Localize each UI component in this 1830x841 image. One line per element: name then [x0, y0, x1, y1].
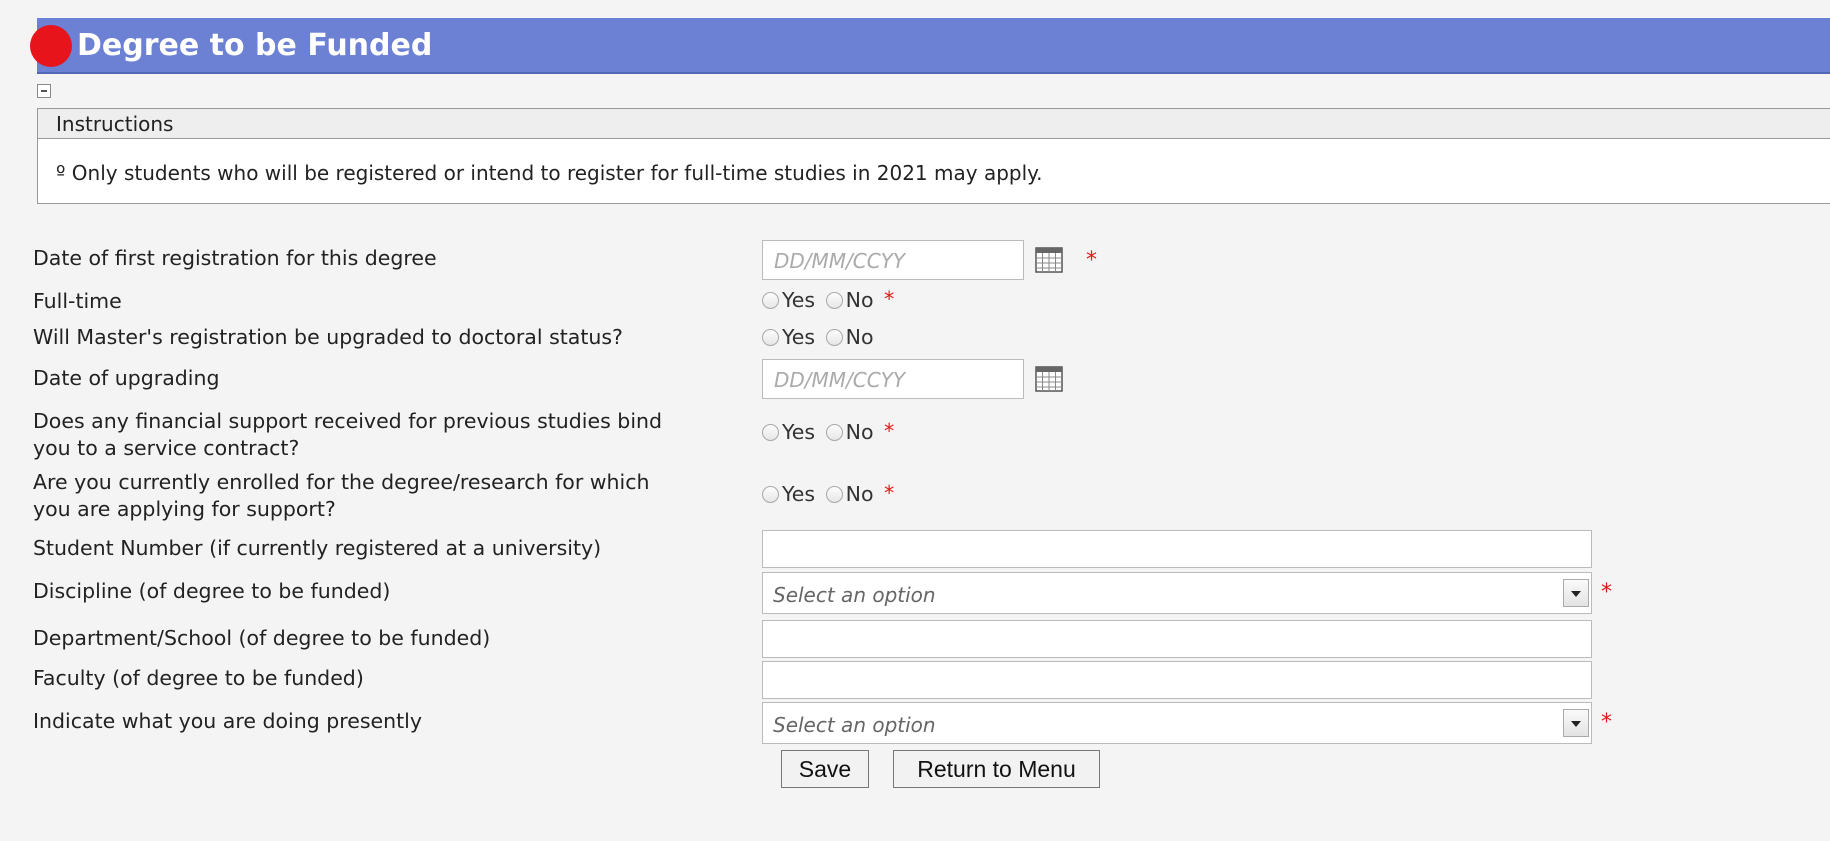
- enrolled-yes-radio[interactable]: [762, 485, 779, 503]
- instructions-panel: Instructions º Only students who will be…: [37, 108, 1830, 204]
- upgrade-no-radio[interactable]: [825, 328, 843, 346]
- save-button[interactable]: Save: [781, 750, 869, 788]
- chevron-down-icon[interactable]: [1563, 709, 1589, 737]
- service-contract-no-label: No: [845, 420, 874, 444]
- label-discipline: Discipline (of degree to be funded): [33, 579, 391, 603]
- section-title: Degree to be Funded: [77, 28, 433, 63]
- required-marker: *: [1601, 580, 1612, 605]
- required-marker: *: [884, 287, 895, 311]
- enrolled-no-radio[interactable]: [825, 485, 843, 503]
- upgrading-date-input[interactable]: DD/MM/CCYY: [762, 359, 1024, 399]
- label-full-time: Full-time: [33, 289, 122, 313]
- enrolled-yes-label: Yes: [782, 482, 816, 506]
- page: Degree to be Funded Instructions º Only …: [0, 0, 1830, 841]
- enrolled-radio-group: Yes No *: [762, 481, 894, 509]
- upgrade-no-label: No: [845, 325, 874, 349]
- full-time-no-radio[interactable]: [825, 291, 843, 309]
- instructions-text: º Only students who will be registered o…: [56, 161, 1043, 185]
- label-student-number: Student Number (if currently registered …: [33, 536, 602, 560]
- label-enrolled-line2: you are applying for support?: [33, 497, 336, 521]
- required-marker: *: [1086, 248, 1097, 273]
- service-contract-yes-radio[interactable]: [762, 423, 779, 441]
- student-number-input[interactable]: [762, 530, 1592, 568]
- full-time-no-label: No: [845, 288, 874, 312]
- discipline-select-value: Select an option: [773, 583, 936, 607]
- collapse-toggle-icon[interactable]: [37, 84, 51, 98]
- service-contract-radio-group: Yes No *: [762, 419, 894, 447]
- label-service-contract-line1: Does any financial support received for …: [33, 409, 663, 433]
- full-time-yes-radio[interactable]: [762, 291, 779, 309]
- calendar-icon[interactable]: [1035, 247, 1063, 273]
- doing-presently-select-value: Select an option: [773, 713, 936, 737]
- required-marker: *: [884, 419, 895, 443]
- label-faculty: Faculty (of degree to be funded): [33, 666, 364, 690]
- department-input[interactable]: [762, 620, 1592, 658]
- calendar-icon[interactable]: [1035, 366, 1063, 392]
- faculty-input[interactable]: [762, 661, 1592, 699]
- doing-presently-select[interactable]: Select an option: [762, 702, 1592, 744]
- red-dot-icon: [30, 25, 72, 67]
- service-contract-yes-label: Yes: [782, 420, 816, 444]
- discipline-select[interactable]: Select an option: [762, 572, 1592, 614]
- full-time-yes-label: Yes: [782, 288, 816, 312]
- return-to-menu-button[interactable]: Return to Menu: [893, 750, 1100, 788]
- chevron-down-icon[interactable]: [1563, 579, 1589, 607]
- label-date-upgrading: Date of upgrading: [33, 366, 220, 390]
- label-upgrade: Will Master's registration be upgraded t…: [33, 325, 623, 349]
- label-doing-presently: Indicate what you are doing presently: [33, 709, 422, 733]
- service-contract-no-radio[interactable]: [825, 423, 843, 441]
- instructions-heading: Instructions: [38, 109, 1830, 139]
- label-service-contract-line2: you to a service contract?: [33, 436, 300, 460]
- label-enrolled-line1: Are you currently enrolled for the degre…: [33, 470, 650, 494]
- enrolled-no-label: No: [845, 482, 874, 506]
- label-first-registration: Date of first registration for this degr…: [33, 246, 437, 270]
- full-time-radio-group: Yes No *: [762, 287, 894, 315]
- first-registration-date-input[interactable]: DD/MM/CCYY: [762, 240, 1024, 280]
- upgrade-yes-radio[interactable]: [762, 328, 779, 346]
- upgrade-radio-group: Yes No: [762, 324, 878, 352]
- upgrade-yes-label: Yes: [782, 325, 816, 349]
- label-department: Department/School (of degree to be funde…: [33, 626, 491, 650]
- required-marker: *: [884, 481, 895, 505]
- section-header: Degree to be Funded: [37, 18, 1830, 74]
- required-marker: *: [1601, 710, 1612, 735]
